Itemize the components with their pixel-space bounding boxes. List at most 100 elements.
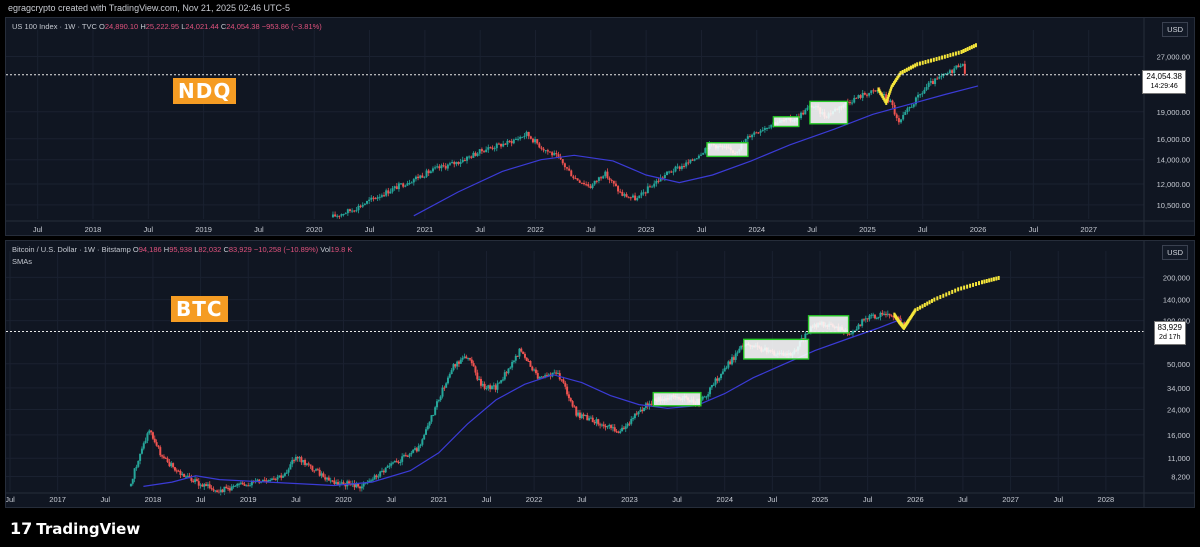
ndq-candle-body bbox=[542, 148, 545, 151]
ndq-candle-body bbox=[468, 156, 471, 158]
ndq-candle-body bbox=[497, 143, 500, 145]
btc-candle-body bbox=[181, 473, 184, 475]
btc-indicator-label[interactable]: SMAs bbox=[12, 257, 32, 266]
btc-x-tick-label: Jul bbox=[958, 495, 968, 504]
ndq-candle-body bbox=[487, 147, 490, 150]
btc-candle-body bbox=[315, 469, 318, 471]
ndq-x-tick-label: 2019 bbox=[195, 225, 212, 234]
btc-currency-button[interactable]: USD bbox=[1162, 245, 1188, 260]
btc-candle-body bbox=[186, 475, 189, 477]
btc-x-tick-label: Jul bbox=[196, 495, 206, 504]
ndq-consolidation-box bbox=[809, 100, 849, 125]
btc-candle-body bbox=[534, 369, 537, 374]
ndq-candle-body bbox=[948, 70, 951, 74]
ndq-candle-body bbox=[644, 192, 647, 194]
btc-projection-bar bbox=[963, 285, 966, 290]
btc-candle-body bbox=[855, 329, 858, 331]
tradingview-logo[interactable]: 17 TradingView bbox=[10, 519, 140, 538]
btc-candle-body bbox=[214, 490, 217, 492]
btc-candle-body bbox=[239, 482, 242, 484]
btc-y-tick-label: 34,000 bbox=[1167, 384, 1190, 393]
btc-projection-bar bbox=[916, 306, 919, 311]
btc-projection-bar bbox=[930, 298, 933, 303]
ndq-candle-body bbox=[608, 178, 611, 181]
btc-projection-bar bbox=[914, 308, 917, 313]
btc-candle-body bbox=[621, 427, 624, 432]
ndq-candle-body bbox=[961, 63, 964, 66]
ndq-candle-body bbox=[459, 162, 462, 164]
ndq-candle-body bbox=[642, 192, 645, 194]
btc-candle-body bbox=[161, 455, 164, 457]
ndq-candle-body bbox=[870, 90, 873, 94]
btc-candle-body bbox=[267, 480, 270, 482]
btc-candle-body bbox=[291, 460, 294, 465]
btc-projection-bar bbox=[933, 297, 936, 302]
btc-candle-body bbox=[410, 452, 413, 455]
ndq-candle-body bbox=[655, 180, 658, 184]
ndq-candle-body bbox=[963, 63, 966, 74]
ndq-candle-body bbox=[925, 86, 928, 90]
btc-candle-body bbox=[421, 439, 424, 445]
ndq-candle-body bbox=[587, 184, 590, 187]
ndq-candle-body bbox=[695, 158, 698, 160]
btc-candle-body bbox=[362, 483, 365, 487]
btc-x-tick-label: Jul bbox=[482, 495, 492, 504]
btc-consolidation-box bbox=[652, 391, 702, 407]
ndq-candle-body bbox=[414, 176, 417, 180]
ndq-candle-body bbox=[678, 166, 681, 169]
btc-candle-body bbox=[360, 486, 363, 489]
ndq-candle-body bbox=[531, 138, 534, 143]
ndq-candle-body bbox=[895, 114, 898, 119]
btc-candle-body bbox=[245, 485, 248, 487]
btc-projection-bar bbox=[969, 283, 972, 288]
btc-x-tick-label: 2023 bbox=[621, 495, 638, 504]
ndq-x-tick-label: 2023 bbox=[638, 225, 655, 234]
ndq-candle-body bbox=[506, 140, 509, 145]
ndq-currency-button[interactable]: USD bbox=[1162, 22, 1188, 37]
ndq-candle-body bbox=[502, 143, 505, 147]
btc-candle-body bbox=[450, 370, 453, 375]
btc-candle-body bbox=[269, 479, 272, 481]
btc-projection bbox=[893, 275, 1000, 330]
ndq-candle-body bbox=[759, 130, 762, 133]
ndq-candle-body bbox=[478, 149, 481, 154]
btc-candle-body bbox=[129, 483, 132, 487]
btc-candle-body bbox=[474, 366, 477, 373]
ndq-candle-body bbox=[617, 186, 620, 192]
ndq-candle-body bbox=[893, 105, 896, 115]
btc-candle-body bbox=[595, 419, 598, 424]
ndq-candle-body bbox=[508, 140, 511, 142]
ndq-y-tick-label: 14,000.00 bbox=[1157, 156, 1190, 165]
btc-candle-body bbox=[454, 364, 457, 367]
btc-candle-body bbox=[619, 431, 622, 433]
btc-candle-body bbox=[877, 317, 880, 319]
btc-candle-body bbox=[333, 480, 336, 484]
ndq-candle-body bbox=[521, 136, 524, 138]
ndq-candle-body bbox=[957, 65, 960, 68]
btc-candle-body bbox=[701, 396, 704, 400]
ndq-candle-body bbox=[865, 94, 868, 96]
ndq-candle-body bbox=[923, 89, 926, 94]
btc-candle-body bbox=[304, 459, 307, 465]
btc-chart-panel[interactable]: 200,000140,000100,00050,00034,00024,0001… bbox=[5, 240, 1195, 508]
btc-candle-body bbox=[608, 425, 611, 427]
ndq-candle-body bbox=[700, 154, 703, 156]
ndq-projection-bar bbox=[918, 61, 921, 66]
btc-candle-body bbox=[597, 419, 600, 425]
btc-x-tick-label: Jul bbox=[672, 495, 682, 504]
ndq-x-tick-label: 2020 bbox=[306, 225, 323, 234]
btc-x-tick-label: 2018 bbox=[145, 495, 162, 504]
ndq-chart-panel[interactable]: 27,000.00 19,000.00 16,000.00 14,000.00 12,0… bbox=[5, 17, 1195, 236]
btc-candle-body bbox=[370, 480, 373, 482]
ndq-candle-body bbox=[936, 78, 939, 80]
btc-candle-body bbox=[606, 425, 609, 428]
ndq-consolidation-box bbox=[706, 142, 749, 158]
ndq-candle-body bbox=[653, 183, 656, 187]
ndq-candle-body bbox=[657, 180, 660, 182]
btc-candle-body bbox=[172, 463, 175, 468]
ndq-candle-body bbox=[621, 191, 624, 196]
btc-plot[interactable]: 200,000140,000100,00050,00034,00024,0001… bbox=[6, 241, 1194, 507]
btc-candle-body bbox=[461, 357, 464, 360]
btc-last-price-label: 83,929 2d 17h bbox=[1153, 321, 1186, 345]
ndq-plot[interactable]: 27,000.00 19,000.00 16,000.00 14,000.00 12,0… bbox=[6, 18, 1194, 235]
